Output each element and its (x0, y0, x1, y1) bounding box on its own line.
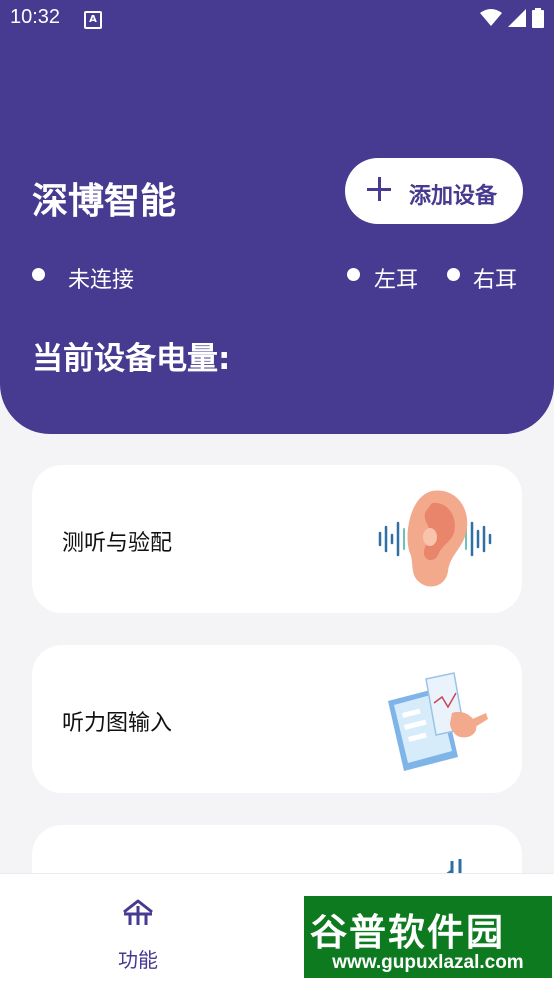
card-label: 测听与验配 (62, 531, 173, 556)
left-ear-dot-icon (347, 268, 360, 281)
card-label: 听力图输入 (62, 711, 173, 736)
watermark-logo: 谷普软件园 www.gupuxlazal.com (304, 896, 552, 978)
card-hearing-test[interactable]: 测听与验配 (32, 465, 522, 613)
battery-icon (532, 8, 544, 28)
add-device-label: 添加设备 (409, 184, 498, 209)
signal-icon (508, 9, 526, 27)
connection-status: 未连接 (68, 268, 135, 293)
app-title: 深博智能 (32, 181, 177, 222)
notification-icon: A (84, 11, 102, 29)
wifi-icon (480, 9, 502, 26)
home-icon (123, 899, 153, 925)
audiogram-tablet-icon (388, 672, 488, 771)
add-device-button[interactable]: 添加设备 (345, 158, 523, 224)
status-bar: 10:32 A (0, 0, 554, 36)
watermark-sub: www.gupuxlazal.com (332, 952, 524, 973)
status-icons (480, 8, 544, 28)
watermark-main: 谷普软件园 (310, 911, 505, 954)
card-audiogram-input[interactable]: 听力图输入 (32, 645, 522, 793)
plus-icon (367, 177, 391, 201)
nav-label: 功能 (118, 948, 158, 972)
nav-item-functions[interactable]: 功能 (100, 896, 176, 976)
connection-dot-icon (32, 268, 45, 281)
right-ear-dot-icon (447, 268, 460, 281)
right-ear-label: 右耳 (473, 268, 518, 293)
left-ear-label: 左耳 (374, 268, 419, 293)
ear-sound-icon (378, 490, 492, 587)
battery-title: 当前设备电量: (32, 341, 231, 377)
status-time: 10:32 (10, 6, 61, 28)
device-header: 深博智能 添加设备 未连接 左耳 右耳 当前设备电量: (0, 36, 554, 434)
